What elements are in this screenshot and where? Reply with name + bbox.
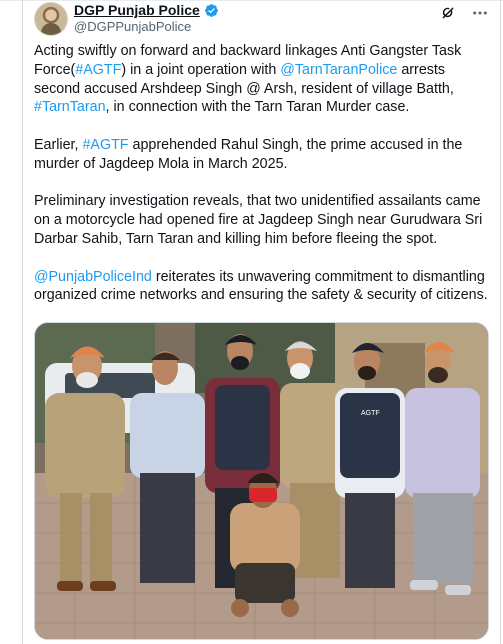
hashtag-link[interactable]: #AGTF xyxy=(82,137,128,153)
paragraph-2: Earlier, #AGTF apprehended Rahul Singh, … xyxy=(34,136,489,174)
text-run: , in connection with the Tarn Taran Murd… xyxy=(105,99,410,116)
vest-label: AGTF xyxy=(361,410,380,417)
avatar[interactable] xyxy=(34,2,68,36)
media-photo[interactable]: AGTF xyxy=(34,322,489,640)
display-name[interactable]: DGP Punjab Police xyxy=(74,2,200,18)
more-icon[interactable] xyxy=(471,4,489,22)
paragraph-4: @PunjabPoliceInd reiterates its unwaveri… xyxy=(34,268,489,306)
text-run: Earlier, xyxy=(34,136,83,153)
tweet-text: Acting swiftly on forward and backward l… xyxy=(34,42,489,324)
thread-line xyxy=(22,0,23,644)
paragraph-3: Preliminary investigation reveals, that … xyxy=(34,192,489,248)
hashtag-link[interactable]: #TarnTaran xyxy=(34,99,106,115)
mention-link[interactable]: @PunjabPoliceInd xyxy=(34,269,152,285)
text-run: ) in a joint operation with xyxy=(121,61,281,78)
column-border xyxy=(500,0,501,644)
grok-icon[interactable] xyxy=(439,4,457,22)
verified-badge-icon xyxy=(204,3,219,18)
mention-link[interactable]: @TarnTaranPolice xyxy=(280,62,397,78)
paragraph-1: Acting swiftly on forward and backward l… xyxy=(34,42,489,117)
text-run: Preliminary investigation reveals, that … xyxy=(34,193,483,247)
top-border xyxy=(0,0,503,1)
tweet-header: DGP Punjab Police @DGPPunjabPolice xyxy=(34,2,489,36)
name-row: DGP Punjab Police xyxy=(74,2,219,18)
handle[interactable]: @DGPPunjabPolice xyxy=(74,19,191,34)
hashtag-link[interactable]: #AGTF xyxy=(75,62,121,78)
header-actions xyxy=(439,4,489,22)
